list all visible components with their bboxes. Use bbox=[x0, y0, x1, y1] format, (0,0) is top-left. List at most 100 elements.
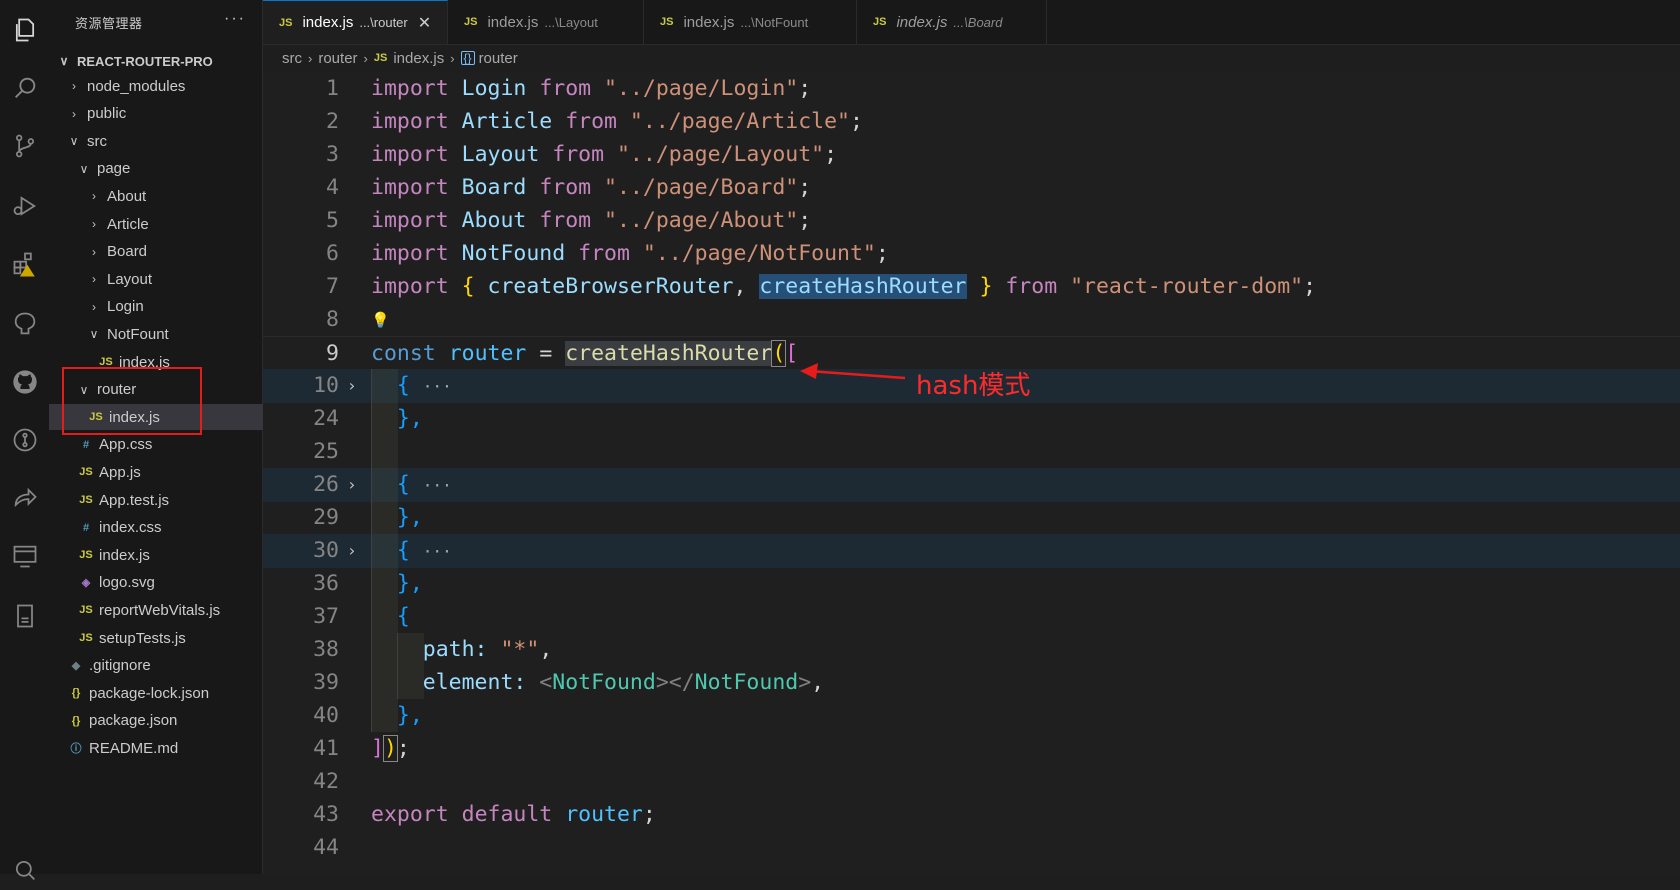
breadcrumb-router-folder[interactable]: router bbox=[318, 50, 357, 67]
js-file-icon: JS bbox=[79, 549, 93, 562]
code-line: 38 path: "*", bbox=[263, 633, 1680, 667]
breadcrumb-file[interactable]: index.js bbox=[393, 50, 444, 67]
code-punct: > bbox=[655, 670, 669, 695]
tree-file[interactable]: JS index.js bbox=[49, 542, 290, 568]
code-brace: }, bbox=[396, 505, 423, 530]
activity-bar bbox=[0, 0, 50, 880]
tree-item-label: reportWebVitals.js bbox=[99, 601, 221, 619]
tab-label: index.js bbox=[487, 13, 539, 31]
tree-folder[interactable]: ∨ src bbox=[49, 128, 280, 154]
code-punct: ; bbox=[1303, 274, 1317, 299]
tree-file[interactable]: ◈ logo.svg bbox=[49, 570, 290, 596]
tree-file[interactable]: JS App.test.js bbox=[49, 487, 290, 513]
tree-file[interactable]: JS setupTests.js bbox=[49, 625, 290, 651]
code-punct: ; bbox=[824, 142, 838, 167]
account-icon[interactable] bbox=[0, 850, 49, 890]
run-debug-icon[interactable] bbox=[0, 186, 49, 226]
bookmark-icon[interactable] bbox=[0, 596, 49, 636]
line-number: 7 bbox=[326, 274, 339, 299]
line-number: 3 bbox=[326, 142, 339, 167]
fold-ellipsis[interactable]: ··· bbox=[423, 542, 452, 561]
tree-folder[interactable]: › node_modules bbox=[49, 73, 280, 99]
tree-file[interactable]: JS App.js bbox=[49, 459, 290, 485]
tree-item-label: Board bbox=[107, 243, 148, 261]
tree-file[interactable]: {} package-lock.json bbox=[49, 680, 280, 706]
fold-ellipsis[interactable]: ··· bbox=[423, 377, 452, 396]
close-icon[interactable]: ✕ bbox=[418, 13, 431, 33]
line-number: 44 bbox=[313, 835, 339, 860]
git-file-icon: ◆ bbox=[71, 660, 81, 673]
chevron-down-icon: ∨ bbox=[79, 161, 89, 176]
line-number: 5 bbox=[326, 208, 339, 233]
code-identifier: About bbox=[461, 208, 527, 233]
tree-file[interactable]: # index.css bbox=[49, 515, 290, 541]
code-punct: ; bbox=[798, 76, 812, 101]
gitlens-icon[interactable] bbox=[0, 420, 49, 460]
tree-file[interactable]: JS reportWebVitals.js bbox=[49, 597, 290, 623]
source-control-icon[interactable] bbox=[0, 126, 49, 166]
code-keyword: from bbox=[539, 76, 592, 101]
tree-item-label: page bbox=[97, 160, 131, 178]
code-editor[interactable]: 1 import Login from "../page/Login"; 2 i… bbox=[263, 72, 1680, 874]
code-identifier: router bbox=[448, 341, 527, 366]
extensions-icon[interactable] bbox=[0, 244, 49, 284]
tree-item-label: App.js bbox=[99, 463, 141, 481]
tab-index-router[interactable]: JS index.js ...\router ✕ bbox=[263, 0, 448, 44]
workspace-root[interactable]: ∨ REACT-ROUTER-PRO bbox=[57, 50, 213, 72]
highlight-box bbox=[62, 367, 202, 435]
live-share-icon[interactable] bbox=[0, 478, 49, 518]
code-line: 29 }, bbox=[263, 501, 1680, 535]
code-brace: { bbox=[396, 373, 410, 398]
code-line: 39 element: <NotFound></NotFound>, bbox=[263, 666, 1680, 700]
fold-ellipsis[interactable]: ··· bbox=[423, 476, 452, 495]
chevron-right-icon[interactable]: › bbox=[347, 369, 357, 403]
js-file-icon: JS bbox=[79, 494, 93, 506]
chevron-right-icon: › bbox=[92, 189, 96, 204]
code-identifier: router bbox=[565, 802, 643, 827]
lightbulb-icon[interactable]: 💡 bbox=[371, 303, 390, 337]
remote-icon[interactable] bbox=[0, 304, 49, 344]
breadcrumb-symbol[interactable]: router bbox=[479, 50, 518, 67]
tree-item-label: NotFount bbox=[107, 325, 169, 343]
line-number: 24 bbox=[313, 406, 339, 431]
chevron-right-icon[interactable]: › bbox=[347, 534, 357, 568]
more-actions-button[interactable]: ··· bbox=[224, 10, 246, 28]
tree-item-label: setupTests.js bbox=[99, 629, 186, 647]
tab-index-notfount[interactable]: JS index.js ...\NotFount bbox=[644, 0, 857, 44]
line-number: 2 bbox=[326, 109, 339, 134]
explorer-icon[interactable] bbox=[0, 10, 49, 50]
github-icon[interactable] bbox=[0, 362, 49, 402]
code-line: 2 import Article from "../page/Article"; bbox=[263, 105, 1680, 139]
code-function: createHashRouter bbox=[565, 341, 773, 366]
tree-folder[interactable]: › public bbox=[49, 101, 280, 127]
tree-folder[interactable]: ∨ page bbox=[49, 156, 290, 182]
line-number: 37 bbox=[313, 604, 339, 629]
tree-item-label: README.md bbox=[89, 739, 179, 757]
tab-label: index.js bbox=[683, 13, 735, 31]
remote-explorer-icon[interactable] bbox=[0, 536, 49, 576]
code-identifier-selected: createHashRouter bbox=[759, 274, 967, 299]
code-line: 4 import Board from "../page/Board"; bbox=[263, 171, 1680, 205]
js-file-icon: JS bbox=[373, 52, 388, 64]
workspace-root-label: REACT-ROUTER-PRO bbox=[77, 53, 213, 69]
tab-index-board[interactable]: JS index.js ...\Board bbox=[857, 0, 1047, 44]
breadcrumb-src[interactable]: src bbox=[282, 50, 302, 67]
code-bracket: ] bbox=[371, 736, 384, 761]
search-icon[interactable] bbox=[0, 68, 49, 108]
code-line: 40 }, bbox=[263, 699, 1680, 733]
tree-file[interactable]: ◆ .gitignore bbox=[49, 653, 280, 679]
tree-file[interactable]: # App.css bbox=[49, 432, 290, 458]
code-line: 25 bbox=[263, 435, 1680, 469]
code-line-folded: 26 › { ··· bbox=[263, 468, 1680, 502]
chevron-right-icon: › bbox=[92, 299, 96, 314]
tree-file[interactable]: ⓘ README.md bbox=[49, 735, 280, 761]
tree-item-label: src bbox=[87, 132, 107, 150]
tab-index-layout[interactable]: JS index.js ...\Layout bbox=[448, 0, 644, 44]
chevron-right-icon[interactable]: › bbox=[347, 468, 357, 502]
code-line: 24 }, bbox=[263, 402, 1680, 436]
tree-file[interactable]: {} package.json bbox=[49, 708, 280, 734]
code-keyword: from bbox=[578, 241, 630, 266]
code-brace: { bbox=[396, 538, 410, 563]
code-keyword: import bbox=[371, 76, 449, 101]
line-number: 4 bbox=[326, 175, 339, 200]
